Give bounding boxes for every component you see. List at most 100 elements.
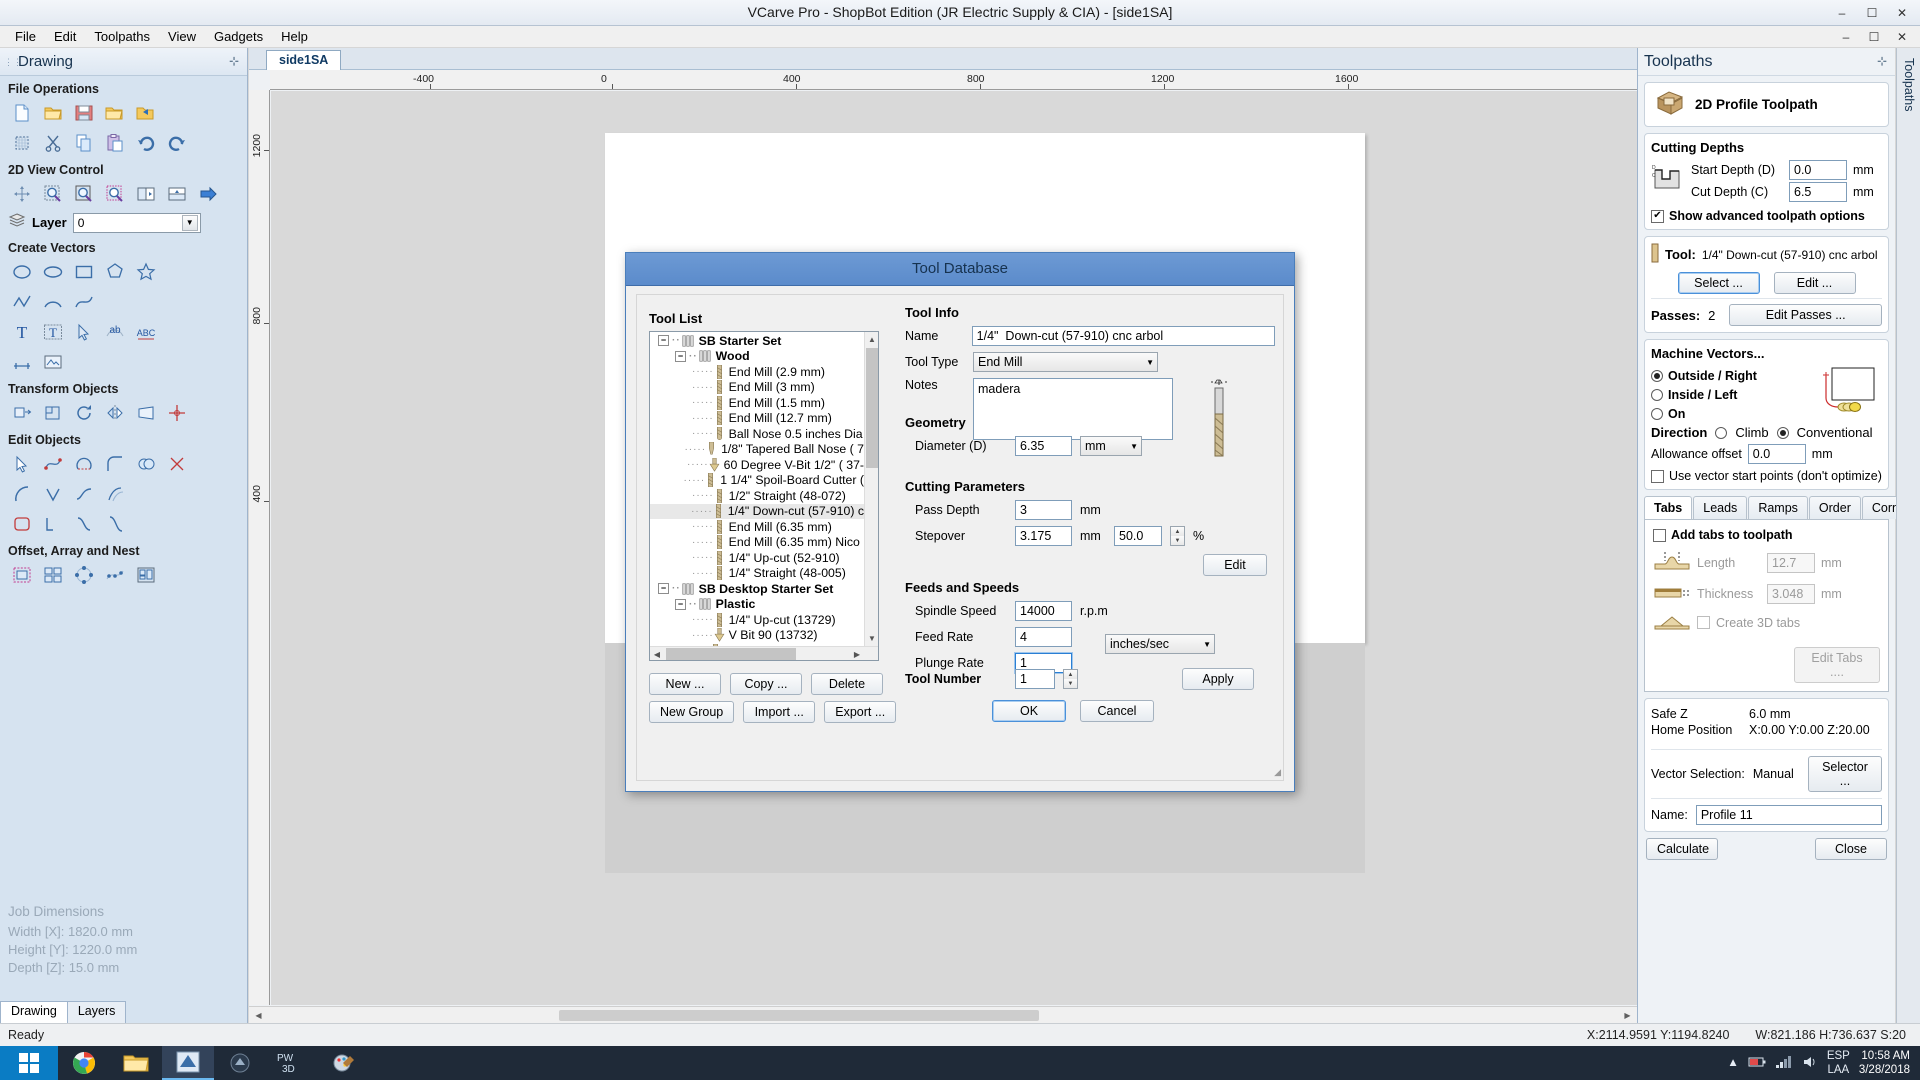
auto-text-layout-icon[interactable]: ABC [132,318,160,346]
tree-expander-icon[interactable]: − [675,350,686,362]
pw3d-icon[interactable]: PW 3D [266,1046,318,1080]
cancel-button[interactable]: Cancel [1080,700,1154,722]
resize-grip-icon[interactable]: ◢ [1274,767,1281,778]
tree-hscroll-right-icon[interactable]: ▶ [850,647,864,660]
tab-layers[interactable]: Layers [66,1001,127,1023]
create-3d-tabs-checkbox[interactable] [1697,616,1710,629]
tool-tree-item[interactable]: ····· End Mill (12.7 mm) [650,411,864,427]
draw-curve-icon[interactable] [70,288,98,316]
save-as-icon[interactable] [101,99,129,127]
tray-language[interactable]: ESP [1827,1049,1850,1063]
undo-icon[interactable] [132,129,160,157]
array-copy-icon[interactable] [39,561,67,589]
window-minimize-button[interactable]: – [1828,2,1856,23]
cut-icon[interactable] [39,129,67,157]
tool-tree-item[interactable]: ····· 1/4" Up-cut (13729) [650,612,864,628]
add-tabs-checkbox[interactable] [1653,528,1666,542]
edit-text-icon[interactable]: T [39,318,67,346]
chevron-down-icon[interactable]: ▼ [1130,442,1138,451]
tool-tree-item[interactable]: ····· 1/4" Up-cut (52-910) [650,550,864,566]
move-object-icon[interactable] [8,399,36,427]
tree-scroll-thumb[interactable] [866,348,878,468]
tool-tree-item[interactable]: ····· 1/4" Straight (48-005) [650,566,864,582]
tab-leads[interactable]: Leads [1693,496,1748,519]
smooth-vector-icon[interactable] [70,480,98,508]
tool-tree-item[interactable]: − ·· Plastic [650,597,864,613]
distort-object-icon[interactable] [132,399,160,427]
toolpaths-pin-icon[interactable]: ⊹ [1877,54,1887,68]
tool-tree-item[interactable]: ····· 1/2" Straight (48-072) [650,488,864,504]
stepover-percent-input[interactable] [1114,526,1162,546]
tool-tree-item[interactable]: ····· End Mill (1.5 mm) [650,395,864,411]
tab-order[interactable]: Order [1808,496,1861,519]
file-explorer-icon[interactable] [110,1046,162,1080]
mdi-minimize-button[interactable]: – [1832,26,1860,47]
menu-edit[interactable]: Edit [45,27,85,46]
fillet-vector-icon[interactable] [101,450,129,478]
mdi-restore-button[interactable]: ☐ [1860,26,1888,47]
new-file-icon[interactable] [8,99,36,127]
taper-vector-icon[interactable] [70,510,98,538]
trace-bitmap-icon[interactable] [39,348,67,376]
battery-icon[interactable] [1748,1055,1766,1072]
diameter-input[interactable] [1015,436,1072,456]
taskbar-clock[interactable]: 10:58 AM 3/28/2018 [1859,1049,1910,1078]
trim-vectors-icon[interactable] [163,450,191,478]
window-close-button[interactable]: ✕ [1888,2,1916,23]
new-group-button[interactable]: New Group [649,701,735,723]
menu-toolpaths[interactable]: Toolpaths [85,27,159,46]
scroll-left-icon[interactable]: ◀ [251,1008,266,1023]
nest-vector-icon[interactable] [101,510,129,538]
tool-name-input[interactable] [971,326,1275,346]
tree-expander-icon[interactable]: − [658,583,669,595]
machine-vectors-option-inside[interactable]: Inside / Left [1651,388,1816,402]
edit-tabs-button[interactable]: Edit Tabs .... [1794,647,1880,683]
allowance-offset-input[interactable] [1747,444,1806,464]
tab-thickness-input[interactable] [1767,583,1815,604]
feed-units-select[interactable]: inches/sec ▼ [1105,634,1215,654]
tree-expander-icon[interactable]: − [675,598,686,610]
circular-array-icon[interactable] [70,561,98,589]
radio-climb[interactable] [1715,426,1728,439]
use-start-points-row[interactable]: Use vector start points (don't optimize) [1651,469,1882,483]
mirror-object-icon[interactable] [101,399,129,427]
machine-vectors-option-on[interactable]: On [1651,407,1816,421]
radio-on[interactable] [1651,408,1663,420]
tool-tree-item[interactable]: ····· End Mill (2.9 mm) [650,364,864,380]
text-select-icon[interactable] [70,318,98,346]
scale-object-icon[interactable] [39,399,67,427]
node-edit-icon[interactable] [8,450,36,478]
tool-tree-item[interactable]: ····· End Mill (3 mm) [650,380,864,396]
pass-depth-input[interactable] [1015,500,1072,520]
tool-tree-item[interactable]: − ·· SB Starter Set [650,333,864,349]
save-file-icon[interactable] [70,99,98,127]
stepover-input[interactable] [1015,526,1072,546]
vector-validator-icon[interactable] [39,480,67,508]
menu-file[interactable]: File [6,27,45,46]
join-vectors-icon[interactable] [39,450,67,478]
delete-tool-button[interactable]: Delete [811,673,883,695]
tab-tabs[interactable]: Tabs [1644,496,1693,519]
tree-horizontal-scrollbar[interactable]: ◀ ▶ [650,646,878,660]
paste-icon[interactable] [101,129,129,157]
tool-tree-item[interactable]: ····· End Mill (6.35 mm) [650,519,864,535]
curve-fit-icon[interactable] [8,480,36,508]
paint-icon[interactable] [318,1046,370,1080]
stepper-down-icon[interactable]: ▼ [1064,679,1077,688]
chevron-down-icon[interactable]: ▼ [181,214,198,231]
chevron-down-icon[interactable]: ▼ [1203,640,1211,649]
window-maximize-button[interactable]: ☐ [1858,2,1886,23]
cutting-parameters-edit-button[interactable]: Edit [1203,554,1267,576]
show-advanced-checkbox[interactable]: ✔ [1651,209,1664,223]
tool-edit-button[interactable]: Edit ... [1773,272,1856,294]
align-object-icon[interactable] [163,399,191,427]
offset-curve-icon[interactable] [101,480,129,508]
draw-text-icon[interactable]: T [8,318,36,346]
copy-tool-button[interactable]: Copy ... [730,673,802,695]
show-advanced-row[interactable]: ✔ Show advanced toolpath options [1651,209,1882,223]
windows-start-icon[interactable] [0,1046,58,1080]
draw-circle-icon[interactable] [8,258,36,286]
stepper-down-icon[interactable]: ▼ [1171,536,1184,545]
tool-tree-item[interactable]: ····· 1 1/4" Spoil-Board Cutter ( [650,473,864,489]
bounding-box-icon[interactable] [8,510,36,538]
